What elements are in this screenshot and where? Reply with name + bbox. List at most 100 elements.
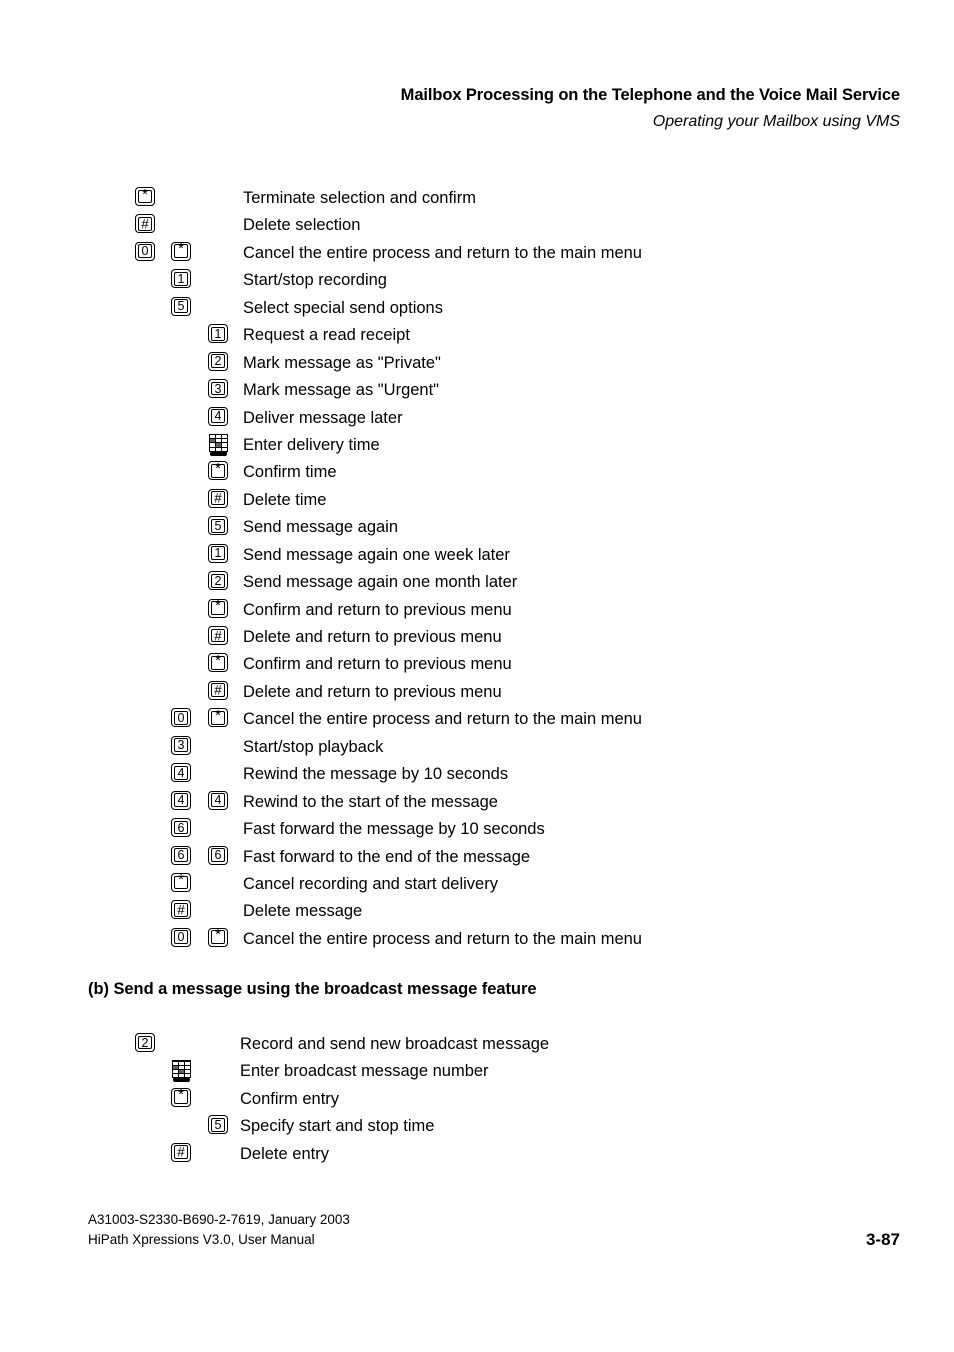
option-row: * Cancel recording and start delivery	[0, 872, 954, 899]
key-glyph: 5	[214, 518, 222, 533]
key-star-icon: *	[208, 459, 232, 484]
key-three-icon: 3	[171, 735, 195, 759]
option-key-cell: *	[208, 653, 232, 677]
option-label: Rewind to the start of the message	[243, 792, 498, 811]
option-key-cell: 2	[135, 1033, 159, 1056]
option-key-cell: 4	[171, 763, 195, 786]
key-glyph: 6	[177, 820, 185, 835]
key-glyph: 4	[177, 792, 185, 807]
option-key-cell: 3	[208, 379, 232, 402]
option-label: Mark message as "Private"	[243, 353, 441, 372]
page-number: 3-87	[865, 1230, 900, 1249]
key-one-icon: 1	[171, 269, 195, 292]
option-key-cell: #	[208, 488, 232, 512]
option-label: Delete time	[243, 490, 327, 509]
option-row: * Terminate selection and confirm	[0, 186, 954, 213]
key-six-icon: 6	[171, 818, 195, 841]
option-key-cell: 4	[208, 406, 232, 430]
option-key-cell: 1	[171, 269, 195, 292]
option-label: Delete selection	[243, 216, 361, 235]
option-row: * Confirm and return to previous menu	[0, 652, 954, 679]
key-glyph: *	[215, 596, 221, 614]
option-key-cell	[209, 433, 228, 456]
option-key-cell: #	[208, 626, 232, 649]
option-label: Terminate selection and confirm	[243, 189, 476, 207]
option-label: Delete and return to previous menu	[243, 682, 502, 701]
option-row: # Delete message	[0, 899, 954, 926]
key-star-icon: *	[171, 240, 195, 265]
option-row: 0 * Cancel the entire process and return t…	[0, 707, 954, 734]
option-label: Cancel the entire process and return to …	[243, 710, 642, 729]
footer-manual-name: HiPath Xpressions V3.0, User Manual	[88, 1232, 315, 1247]
option-key-cell: #	[135, 214, 159, 238]
key-glyph: 5	[214, 1117, 222, 1132]
key-glyph: 0	[141, 244, 149, 259]
option-label: Confirm and return to previous menu	[243, 655, 512, 674]
key-four-icon: 4	[171, 763, 195, 786]
option-row: * Confirm time	[0, 460, 954, 487]
header-subtitle: Operating your Mailbox using VMS	[652, 113, 900, 130]
option-row: # Delete entry	[0, 1142, 954, 1169]
option-row: # Delete and return to previous menu	[0, 680, 954, 707]
key-five-icon: 5	[208, 1115, 232, 1138]
option-label: Start/stop recording	[243, 271, 387, 290]
key-one-icon: 1	[208, 543, 232, 567]
option-key-cell: *	[171, 240, 195, 265]
key-four-icon: 4	[208, 790, 232, 814]
option-label: Send message again one week later	[243, 545, 510, 564]
key-six-icon: 6	[171, 845, 195, 869]
key-four-icon: 4	[208, 406, 232, 430]
key-glyph: *	[178, 240, 184, 258]
option-key-cell: *	[208, 596, 232, 622]
option-key-cell: *	[171, 871, 195, 896]
key-hash-icon: #	[208, 626, 232, 649]
key-star-icon: *	[208, 653, 232, 677]
menu-option-list-b: 2 Record and send new broadcast message En…	[0, 1032, 954, 1169]
key-glyph: 3	[214, 381, 222, 396]
option-label: Cancel recording and start delivery	[243, 874, 498, 893]
option-key-cell: #	[171, 1142, 195, 1166]
option-row: 5 Specify start and stop time	[0, 1114, 954, 1141]
key-glyph: *	[215, 459, 221, 477]
option-key-cell: 0	[135, 241, 159, 265]
key-zero-icon: 0	[135, 241, 159, 265]
option-label: Mark message as "Urgent"	[243, 381, 440, 400]
option-label: Send message again	[243, 518, 399, 537]
key-glyph: 2	[214, 573, 222, 588]
key-glyph: 4	[214, 408, 222, 423]
option-key-cell: 5	[208, 1115, 232, 1138]
key-zero-icon: 0	[171, 927, 195, 951]
key-glyph: 6	[214, 847, 222, 862]
option-key-cell	[172, 1060, 191, 1083]
option-key-cell: 4	[171, 790, 195, 814]
key-one-icon: 1	[208, 324, 232, 347]
option-label: Delete entry	[240, 1144, 329, 1163]
option-label: Confirm time	[243, 463, 337, 482]
key-glyph: *	[178, 871, 184, 889]
key-glyph: 2	[141, 1035, 149, 1050]
option-row: 2 Send message again one month later	[0, 570, 954, 597]
key-glyph: #	[214, 682, 222, 698]
option-label: Select special send options	[243, 298, 443, 317]
key-star-icon: *	[171, 1087, 195, 1111]
key-hash-icon: #	[171, 900, 195, 923]
option-row: Enter delivery time	[0, 433, 954, 460]
keypad-icon	[209, 433, 228, 456]
key-glyph: *	[215, 706, 221, 724]
key-star-icon: *	[171, 871, 195, 896]
option-label: Record and send new broadcast message	[240, 1035, 550, 1053]
option-row: 1 Send message again one week later	[0, 543, 954, 570]
option-row: 3 Mark message as "Urgent"	[0, 378, 954, 405]
option-row: 2 Record and send new broadcast message	[0, 1032, 954, 1059]
option-label: Fast forward the message by 10 seconds	[243, 820, 545, 839]
key-hash-icon: #	[208, 680, 232, 704]
option-label: Confirm entry	[240, 1089, 340, 1108]
option-label: Send message again one month later	[243, 573, 518, 592]
key-hash-icon: #	[208, 488, 232, 512]
option-row: 0 * Cancel the entire process and return t…	[0, 927, 954, 954]
option-row: Enter broadcast message number	[0, 1059, 954, 1086]
page-header: Mailbox Processing on the Telephone and …	[0, 84, 900, 133]
key-glyph: 2	[214, 353, 222, 368]
key-four-icon: 4	[171, 790, 195, 814]
option-row: 0 * Cancel the entire process and return t…	[0, 241, 954, 268]
